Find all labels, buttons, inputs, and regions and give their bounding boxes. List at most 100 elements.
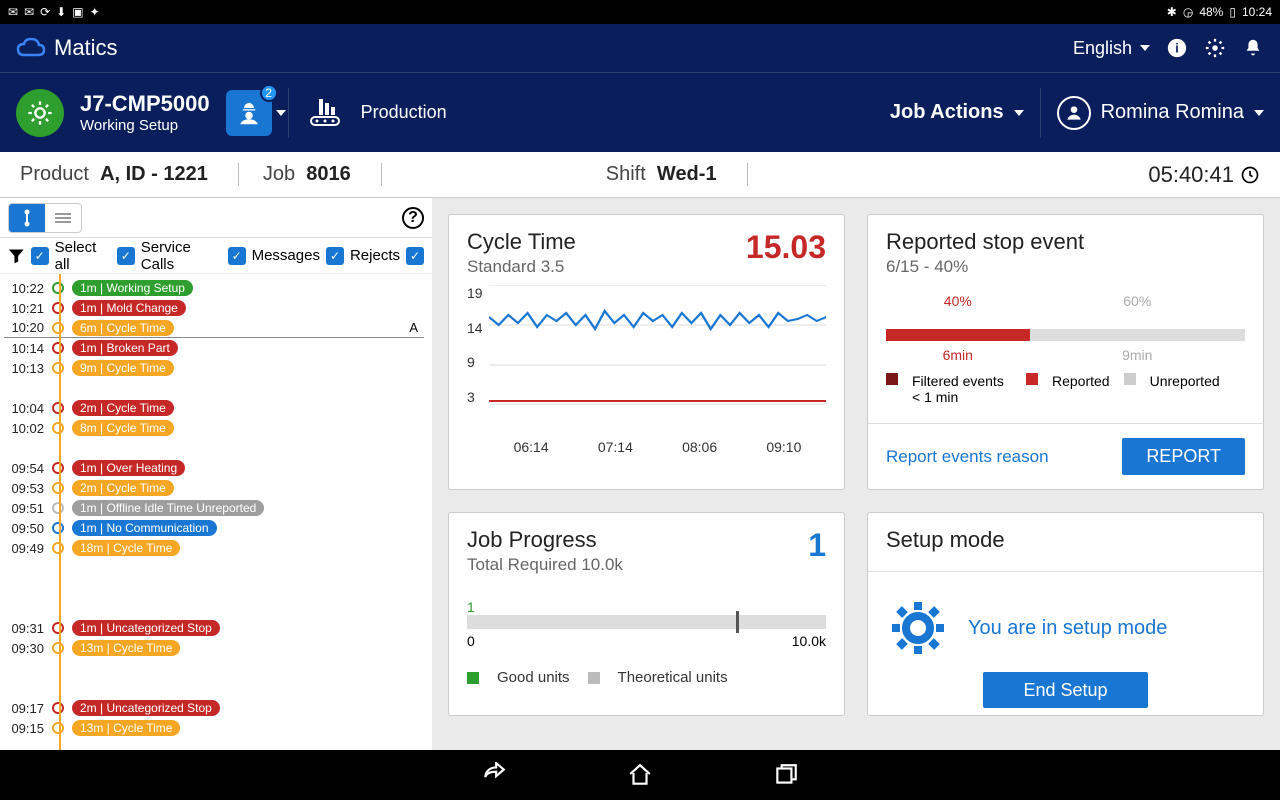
status-gear-icon[interactable] [16,89,64,137]
service-calls-checkbox[interactable]: ✓ [117,247,135,265]
progress-bar [467,615,826,629]
job-code: J7-CMP5000 [80,91,210,117]
worker-icon [234,98,264,128]
timeline-row[interactable] [4,578,424,598]
worker-button[interactable]: 2 [226,90,272,136]
download-icon: ⬇ [56,5,66,19]
timeline-row[interactable]: 10:141m | Broken Part [4,338,424,358]
report-reason-link[interactable]: Report events reason [886,447,1049,467]
timeline-row[interactable] [4,438,424,458]
timeline-row[interactable]: 10:206m | Cycle TimeA [4,318,424,338]
language-selector[interactable]: English [1073,38,1150,59]
chevron-down-icon [1014,110,1024,116]
timeline-row[interactable]: 09:311m | Uncategorized Stop [4,618,424,638]
view-toggle[interactable] [8,203,82,233]
service-calls-label: Service Calls [141,239,222,273]
job-actions-label: Job Actions [890,101,1004,124]
setup-title: Setup mode [886,527,1245,553]
select-all-checkbox[interactable]: ✓ [31,247,49,265]
sync-icon: ⟳ [40,5,50,19]
shift-value: Wed-1 [657,163,717,185]
cycle-time-value: 15.03 [746,229,826,266]
help-icon[interactable]: ? [402,207,424,229]
job-progress-sub: Total Required 10.0k [467,555,623,575]
timeline-row[interactable] [4,378,424,398]
image-icon: ▣ [72,5,83,19]
messages-checkbox[interactable]: ✓ [228,247,246,265]
setup-mode-card: Setup mode You are in setup mode End Set… [867,512,1264,716]
mail-icon: ✉ [8,5,18,19]
timeline-row[interactable]: 10:221m | Working Setup [4,278,424,298]
chevron-down-icon [276,110,286,116]
timeline-row[interactable]: 09:501m | No Communication [4,518,424,538]
filter-icon[interactable] [8,247,25,265]
progress-current: 1 [467,599,826,615]
timeline-row[interactable]: 09:532m | Cycle Time [4,478,424,498]
bluetooth-icon: ✱ [1167,5,1177,19]
job-progress-value: 1 [808,527,826,564]
shift-label: Shift [606,163,646,185]
job-progress-title: Job Progress [467,527,623,553]
back-button[interactable] [481,762,507,788]
user-menu[interactable]: Romina Romina [1057,96,1264,130]
list-view-button[interactable] [45,204,81,232]
app-logo[interactable]: Matics [16,35,118,61]
product-label: Product [20,163,89,185]
worker-badge: 2 [260,84,278,102]
user-name: Romina Romina [1101,101,1244,124]
android-nav-bar [0,750,1280,800]
cycle-time-title: Cycle Time [467,229,576,255]
bell-icon[interactable] [1242,37,1264,59]
android-status-bar: ✉ ✉ ⟳ ⬇ ▣ ✦ ✱ ◶ 48% ▯ 10:24 [0,0,1280,24]
svg-text:i: i [1175,41,1179,56]
timeline-row[interactable]: 09:1513m | Cycle Time [4,718,424,738]
rejects-checkbox[interactable]: ✓ [326,247,344,265]
filter-row: ✓ Select all ✓ Service Calls ✓ Messages ✓ Re… [0,238,432,274]
select-all-label: Select all [55,239,111,273]
timeline-panel: ? ✓ Select all ✓ Service Calls ✓ Messages ✓… [0,198,432,750]
timeline-row[interactable]: 10:042m | Cycle Time [4,398,424,418]
timeline-row[interactable]: 10:211m | Mold Change [4,298,424,318]
chevron-down-icon [1254,110,1264,116]
timeline-row[interactable]: 09:4918m | Cycle Time [4,538,424,558]
app-name: Matics [54,35,118,61]
timeline-row[interactable] [4,558,424,578]
battery-pct: 48% [1199,5,1223,19]
timeline-list[interactable]: 10:221m | Working Setup10:211m | Mold Ch… [0,274,432,750]
settings-icon[interactable] [1204,37,1226,59]
recent-button[interactable] [773,762,799,788]
timeline-row[interactable]: 09:511m | Offline Idle Time Unreported [4,498,424,518]
stop-dur-unreported: 9min [1030,347,1245,363]
timeline-row[interactable]: 09:3013m | Cycle Time [4,638,424,658]
info-icon[interactable]: i [1166,37,1188,59]
end-setup-button[interactable]: End Setup [983,672,1147,708]
legend-good: Good units [497,669,570,686]
timeline-view-button[interactable] [9,204,45,232]
report-button[interactable]: REPORT [1122,438,1245,475]
cloud-icon [16,37,46,59]
home-button[interactable] [627,762,653,788]
progress-max: 10.0k [792,633,826,649]
timeline-row[interactable]: 09:172m | Uncategorized Stop [4,698,424,718]
timeline-row[interactable]: 10:139m | Cycle Time [4,358,424,378]
messages-label: Messages [252,247,320,264]
machine-icon [305,95,345,131]
job-actions-menu[interactable]: Job Actions [890,101,1024,124]
timeline-row[interactable] [4,658,424,678]
stop-event-title: Reported stop event [886,229,1245,255]
product-value: A, ID - 1221 [100,163,208,185]
cycle-time-sub: Standard 3.5 [467,257,576,277]
info-bar: Product A, ID - 1221 Job 8016 Shift Wed-… [0,152,1280,198]
extra-checkbox[interactable]: ✓ [406,247,424,265]
mode-label: Production [361,102,447,123]
battery-icon: ▯ [1229,5,1236,19]
setup-text: You are in setup mode [968,617,1167,640]
timeline-row[interactable]: 10:028m | Cycle Time [4,418,424,438]
timeline-row[interactable] [4,678,424,698]
timeline-row[interactable] [4,598,424,618]
wifi-icon: ◶ [1183,5,1193,19]
stop-event-sub: 6/15 - 40% [886,257,1245,277]
stop-dur-reported: 6min [886,347,1030,363]
timeline-row[interactable]: 09:541m | Over Heating [4,458,424,478]
rejects-label: Rejects [350,247,400,264]
